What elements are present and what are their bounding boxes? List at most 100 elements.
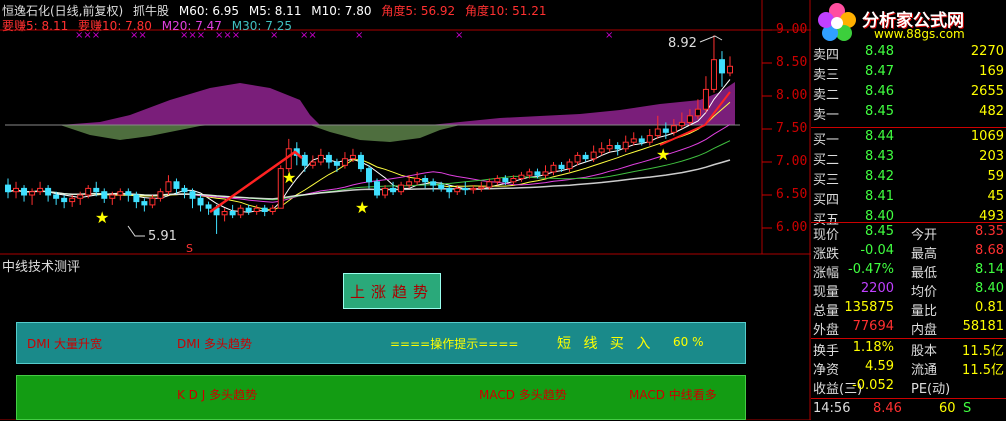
candle-body: [341, 158, 348, 166]
tick-time: 14:56: [813, 401, 851, 416]
candle-body: [614, 145, 621, 150]
candle-body: [526, 171, 533, 176]
candle-body: [245, 207, 252, 212]
quote-label: 最低: [911, 266, 938, 281]
stat-value: 11.5亿: [962, 344, 1004, 359]
price-tick-label: 7.50: [776, 121, 808, 136]
buy-volume: 1069: [970, 129, 1004, 144]
candle-body: [333, 161, 340, 166]
candle-body: [494, 178, 501, 183]
candle-body: [502, 178, 509, 183]
quote-value: 8.45: [865, 224, 894, 239]
candle-body: [510, 178, 517, 183]
candle-body: [165, 181, 172, 193]
candle-body: [438, 184, 445, 189]
quote-row: 总量 135875 量比 0.81: [811, 300, 1006, 320]
candle-body: [558, 164, 565, 170]
candle-body: [718, 59, 725, 74]
stat-value: 4.59: [865, 359, 894, 374]
candle-body: [590, 151, 597, 160]
quote-label: 外盘: [813, 323, 840, 338]
buy-volume: 45: [987, 189, 1004, 204]
quote-row: 外盘 77694 内盘 58181: [811, 319, 1006, 339]
sell-volume: 2270: [970, 44, 1004, 59]
candle-body: [422, 178, 429, 183]
quote-panel: 卖四 8.48 2270 卖三 8.47 169 卖二 8.46 2655 卖一 8.45 482 买一…: [811, 0, 1006, 420]
quote-row: 现价 8.45 今开 8.35: [811, 224, 1006, 244]
quote-label: 涨跌: [813, 247, 840, 262]
chart-title: 恒逸石化(日线,前复权): [2, 4, 124, 18]
candle-body: [462, 187, 469, 191]
stat-label: PE(动): [911, 382, 951, 397]
candle-body: [430, 181, 437, 186]
trend-status-button[interactable]: 上涨趋势: [343, 273, 441, 309]
candle-body: [77, 194, 84, 199]
jiaodu10-value: 角度10: 51.21: [465, 4, 547, 18]
quote-row: 买四 8.41 45: [811, 189, 1006, 209]
candle-body: [85, 187, 92, 196]
purple-histogram: [60, 82, 735, 125]
sell-volume: 169: [979, 64, 1004, 79]
candle-body: [662, 128, 669, 133]
quote-label: 最高: [911, 247, 938, 262]
stat-label: 换手: [813, 344, 840, 359]
low-label: 5.91: [148, 229, 177, 244]
quote-row: 卖二 8.46 2655: [811, 84, 1006, 104]
candle-body: [61, 197, 68, 203]
candle-body: [309, 161, 316, 166]
stat-label: 净资: [813, 363, 840, 378]
candle-body: [446, 187, 453, 193]
quote-value: 58181: [962, 319, 1004, 334]
candle-body: [622, 141, 629, 150]
candle-body: [630, 138, 637, 143]
candle-body: [157, 191, 164, 199]
low-pointer: [127, 225, 145, 237]
quote-label: 涨幅: [813, 266, 840, 281]
ma-header: 要赚5: 8.11 要赚10: 7.80 M20: 7.47 M30: 7.25: [2, 17, 298, 34]
order-book-divider: [811, 127, 1006, 128]
candle-body: [229, 211, 236, 216]
candle-body: [53, 194, 60, 199]
quote-label: 量比: [911, 304, 938, 319]
price-tick-label: 9.00: [776, 22, 808, 37]
sell-price: 8.48: [865, 44, 894, 59]
candle-body: [269, 207, 276, 212]
kdj-status: K D J 多头趋势: [177, 388, 258, 402]
candle-body: [694, 108, 701, 117]
candle-body: [486, 181, 493, 188]
quote-value: 8.35: [975, 224, 1004, 239]
candle-body: [21, 187, 28, 196]
candle-body: [670, 125, 677, 133]
quote-row: 现量 2200 均价 8.40: [811, 281, 1006, 301]
candle-body: [366, 168, 372, 183]
svg-text:×: ×: [455, 30, 463, 41]
candle-body: [125, 191, 132, 196]
candle-body: [654, 128, 661, 137]
svg-text:×: ×: [355, 30, 363, 41]
high-pointer: [699, 35, 723, 43]
candle-body: [678, 121, 685, 127]
m20-value: M20: 7.47: [161, 19, 222, 33]
candle-body: [382, 187, 389, 196]
candle-body: [414, 178, 421, 183]
operation-hint: ====操作提示====: [390, 337, 519, 351]
buy-price: 8.42: [865, 169, 894, 184]
candle-body: [29, 191, 36, 196]
evaluation-title: 中线技术测评: [2, 260, 81, 275]
quote-row: 买三 8.42 59: [811, 169, 1006, 189]
macd-status-2: MACD 中线看多: [629, 388, 717, 402]
yaozhuan5-value: 要赚5: 8.11: [2, 19, 69, 33]
price-tick-label: 8.50: [776, 55, 808, 70]
high-label: 8.92: [668, 36, 697, 51]
trade-advice: 短 线 买 入: [557, 336, 655, 352]
ma5-line: [7, 79, 731, 213]
svg-text:×: ×: [605, 30, 613, 41]
candle-body: [470, 187, 477, 191]
quote-row: 涨幅 -0.47% 最低 8.14: [811, 262, 1006, 282]
sell-price: 8.47: [865, 64, 894, 79]
buy-price: 8.44: [865, 129, 894, 144]
candle-body: [727, 65, 733, 74]
stat-value: -0.052: [852, 378, 894, 393]
quote-label: 总量: [813, 304, 840, 319]
candle-body: [357, 154, 364, 170]
